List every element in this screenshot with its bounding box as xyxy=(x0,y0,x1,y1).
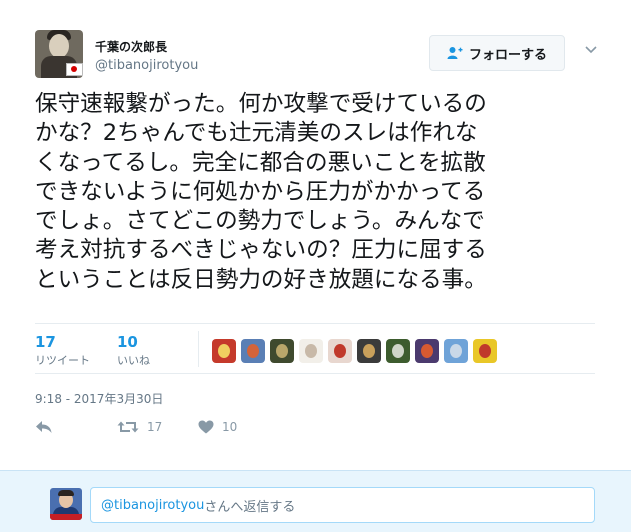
retweet-icon xyxy=(117,421,139,433)
display-name[interactable]: 千葉の次郎長 xyxy=(95,38,167,55)
liker-avatar-2[interactable] xyxy=(241,339,265,363)
liker-avatars xyxy=(212,339,497,363)
like-button[interactable]: 10 xyxy=(198,420,237,434)
liker-avatar-3-figure xyxy=(276,344,288,358)
reply-placeholder-suffix: さんへ返信する xyxy=(204,499,296,515)
reply-input[interactable]: @tibanojirotyou さんへ返信する xyxy=(90,487,595,523)
follow-button[interactable]: フォローする xyxy=(429,35,565,71)
reply-button[interactable] xyxy=(35,420,53,434)
like-count: 10 xyxy=(117,333,138,351)
stats-divider-top xyxy=(35,323,595,324)
liker-avatar-2-figure xyxy=(247,344,259,358)
liker-avatar-5-figure xyxy=(334,344,346,358)
user-avatar[interactable] xyxy=(35,30,83,78)
like-label: いいね xyxy=(117,354,150,367)
liker-avatar-7-figure xyxy=(392,344,404,358)
tweet-text: 保守速報繋がった。何か攻撃で受けているの かな？2ちゃんでも辻元清美のスレは作れ… xyxy=(35,91,487,293)
stats-vertical-divider xyxy=(198,331,199,367)
retweet-action-count: 17 xyxy=(147,420,163,434)
tweet-timestamp[interactable]: 9:18 - 2017年3月30日 xyxy=(35,390,163,407)
like-stat[interactable]: 10 いいね xyxy=(117,333,150,368)
reply-mention: @tibanojirotyou xyxy=(101,497,205,513)
liker-avatar-4-figure xyxy=(305,344,317,358)
reply-icon xyxy=(36,421,52,433)
liker-avatar-1[interactable] xyxy=(212,339,236,363)
liker-avatar-6-figure xyxy=(363,344,375,358)
chevron-down-icon[interactable] xyxy=(584,45,598,55)
liker-avatar-10[interactable] xyxy=(473,339,497,363)
current-user-avatar-banner xyxy=(50,514,82,520)
liker-avatar-8[interactable] xyxy=(415,339,439,363)
liker-avatar-8-figure xyxy=(421,344,433,358)
liker-avatar-5[interactable] xyxy=(328,339,352,363)
liker-avatar-4[interactable] xyxy=(299,339,323,363)
japan-flag-icon xyxy=(66,63,83,76)
retweet-stat[interactable]: 17 リツイート xyxy=(35,333,90,368)
liker-avatar-10-figure xyxy=(479,344,491,358)
follow-button-label: フォローする xyxy=(468,47,547,63)
retweet-count: 17 xyxy=(35,333,56,351)
like-action-count: 10 xyxy=(222,420,238,434)
liker-avatar-9[interactable] xyxy=(444,339,468,363)
retweet-button[interactable]: 17 xyxy=(117,420,162,434)
liker-avatar-9-figure xyxy=(450,344,462,358)
heart-icon xyxy=(198,420,214,434)
liker-avatar-6[interactable] xyxy=(357,339,381,363)
username[interactable]: @tibanojirotyou xyxy=(95,58,198,73)
current-user-avatar xyxy=(50,488,82,520)
stats-divider-bottom xyxy=(35,373,595,374)
avatar-face xyxy=(49,34,69,58)
liker-avatar-3[interactable] xyxy=(270,339,294,363)
liker-avatar-1-figure xyxy=(218,344,230,358)
add-user-icon xyxy=(447,47,463,59)
liker-avatar-7[interactable] xyxy=(386,339,410,363)
retweet-label: リツイート xyxy=(35,354,90,367)
current-user-avatar-hair xyxy=(58,490,74,496)
tweet-actions: 17 10 xyxy=(35,420,595,440)
